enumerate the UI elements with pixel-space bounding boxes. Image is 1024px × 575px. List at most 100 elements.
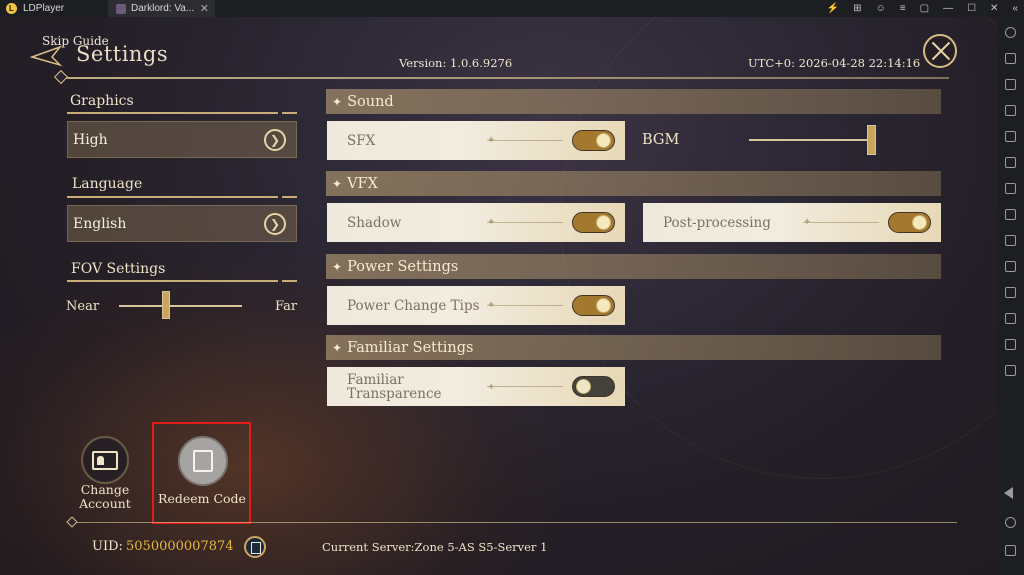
settings-icon[interactable]	[1005, 27, 1016, 38]
multi-instance-icon[interactable]	[1005, 183, 1016, 194]
familiar-transparence-label-line2: Transparence	[347, 385, 442, 402]
uid-label: UID:	[92, 539, 123, 554]
toggle-knob	[596, 133, 611, 148]
sync-icon[interactable]	[1005, 287, 1016, 298]
collapse-sidebar-icon[interactable]: «	[1012, 3, 1018, 14]
tab-close-icon[interactable]: ✕	[200, 2, 209, 15]
menu-icon[interactable]: ≡	[900, 3, 906, 14]
sparkle-icon: ✦	[332, 340, 343, 355]
header-divider	[56, 77, 949, 79]
bgm-slider-track[interactable]	[749, 139, 872, 141]
bgm-slider-handle[interactable]	[867, 125, 876, 155]
game-tab[interactable]: Darklord: Va... ✕	[108, 0, 215, 17]
fov-slider-handle[interactable]	[162, 291, 170, 319]
apk-icon[interactable]	[1005, 157, 1016, 168]
sparkle-icon: ✦	[332, 94, 343, 109]
change-account-label: Change Account	[70, 483, 140, 511]
minimize-icon[interactable]: —	[943, 3, 953, 14]
fov-underline-end	[282, 280, 297, 282]
sfx-option: SFX ✦	[327, 121, 625, 160]
bolt-icon[interactable]: ⚡	[827, 3, 839, 14]
screenshot-icon[interactable]	[1005, 131, 1016, 142]
page-title: Settings	[76, 42, 169, 66]
fov-far-label: Far	[275, 299, 298, 314]
chevron-right-icon: ❯	[264, 213, 286, 235]
footer-divider	[67, 522, 957, 523]
language-select[interactable]: English ❯	[67, 205, 297, 242]
fov-label: FOV Settings	[71, 261, 166, 277]
keyboard-icon[interactable]	[1005, 53, 1016, 64]
fov-slider-track[interactable]	[119, 305, 242, 307]
sparkle-icon: ✦	[803, 217, 812, 228]
copy-uid-icon[interactable]	[244, 536, 266, 558]
power-change-tips-label: Power Change Tips	[347, 297, 480, 314]
window-mode-icon[interactable]: ▢	[920, 3, 929, 14]
shadow-label: Shadow	[347, 214, 402, 231]
option-ornament	[803, 222, 879, 223]
volume-down-icon[interactable]	[1005, 105, 1016, 116]
game-tab-title: Darklord: Va...	[131, 3, 195, 14]
vfx-section-title: VFX	[347, 175, 378, 192]
language-underline	[67, 196, 278, 198]
graphics-value: High	[73, 131, 108, 148]
familiar-transparence-toggle[interactable]	[572, 376, 615, 397]
record-icon[interactable]	[1005, 261, 1016, 272]
sfx-toggle[interactable]	[572, 130, 615, 151]
macro-icon[interactable]	[1005, 209, 1016, 220]
redeem-code-label: Redeem Code	[158, 491, 246, 506]
emulator-titlebar: L LDPlayer Darklord: Va... ✕ ⚡ ⊞ ☺ ≡ ▢ —…	[0, 0, 1024, 17]
post-processing-toggle[interactable]	[888, 212, 931, 233]
user-icon[interactable]: ☺	[876, 3, 886, 14]
familiar-transparence-label-line1: Familiar	[347, 371, 404, 388]
folder-icon[interactable]	[1005, 339, 1016, 350]
back-icon[interactable]	[1004, 487, 1013, 499]
more-icon[interactable]	[1005, 365, 1016, 376]
graphics-select[interactable]: High ❯	[67, 121, 297, 158]
bgm-label: BGM	[642, 132, 680, 148]
graphics-underline	[67, 112, 278, 114]
familiar-transparence-label: Familiar Transparence	[347, 373, 442, 401]
maximize-icon[interactable]: ☐	[967, 3, 976, 14]
language-value: English	[73, 215, 127, 232]
toggle-knob	[912, 215, 927, 230]
toggle-knob	[596, 215, 611, 230]
home-icon[interactable]	[1005, 517, 1016, 528]
power-change-tips-toggle[interactable]	[572, 295, 615, 316]
sparkle-icon: ✦	[332, 176, 343, 191]
change-account-button[interactable]	[81, 436, 129, 484]
language-underline-end	[282, 196, 297, 198]
emulator-window-controls: ⚡ ⊞ ☺ ≡ ▢ — ☐ ✕ «	[827, 0, 1018, 17]
close-window-icon[interactable]: ✕	[990, 3, 998, 14]
sound-section-title: Sound	[347, 93, 394, 110]
shadow-option: Shadow ✦	[327, 203, 625, 242]
option-ornament	[487, 222, 563, 223]
rotate-icon[interactable]	[1005, 313, 1016, 324]
chevron-right-icon: ❯	[264, 129, 286, 151]
version-text: Version: 1.0.6.9276	[399, 56, 513, 70]
divider-ornament	[66, 516, 78, 528]
current-server-text: Current Server:Zone 5-AS S5-Server 1	[322, 540, 548, 554]
shadow-toggle[interactable]	[572, 212, 615, 233]
utc-time-text: UTC+0: 2026-04-28 22:14:16	[748, 56, 921, 70]
game-screen: Skip Guide Settings Version: 1.0.6.9276 …	[0, 17, 997, 575]
redeem-code-button[interactable]	[178, 436, 228, 486]
scissors-icon[interactable]	[1005, 235, 1016, 246]
familiar-section-header: ✦ Familiar Settings	[326, 335, 941, 360]
volume-up-icon[interactable]	[1005, 79, 1016, 90]
gift-icon[interactable]: ⊞	[853, 3, 861, 14]
sparkle-icon: ✦	[487, 135, 496, 146]
recent-apps-icon[interactable]	[1005, 545, 1016, 556]
familiar-section-title: Familiar Settings	[347, 339, 474, 356]
power-change-tips-option: Power Change Tips ✦	[327, 286, 625, 325]
gift-card-icon	[193, 450, 213, 472]
toggle-knob	[596, 298, 611, 313]
sound-section-header: ✦ Sound	[326, 89, 941, 114]
change-account-label-line2: Account	[79, 496, 131, 511]
graphics-label: Graphics	[70, 93, 134, 109]
graphics-underline-end	[282, 112, 297, 114]
option-ornament	[487, 386, 563, 387]
id-card-icon	[92, 450, 118, 470]
toggle-knob	[576, 379, 591, 394]
fov-underline	[67, 280, 278, 282]
close-settings-button[interactable]	[923, 34, 957, 68]
